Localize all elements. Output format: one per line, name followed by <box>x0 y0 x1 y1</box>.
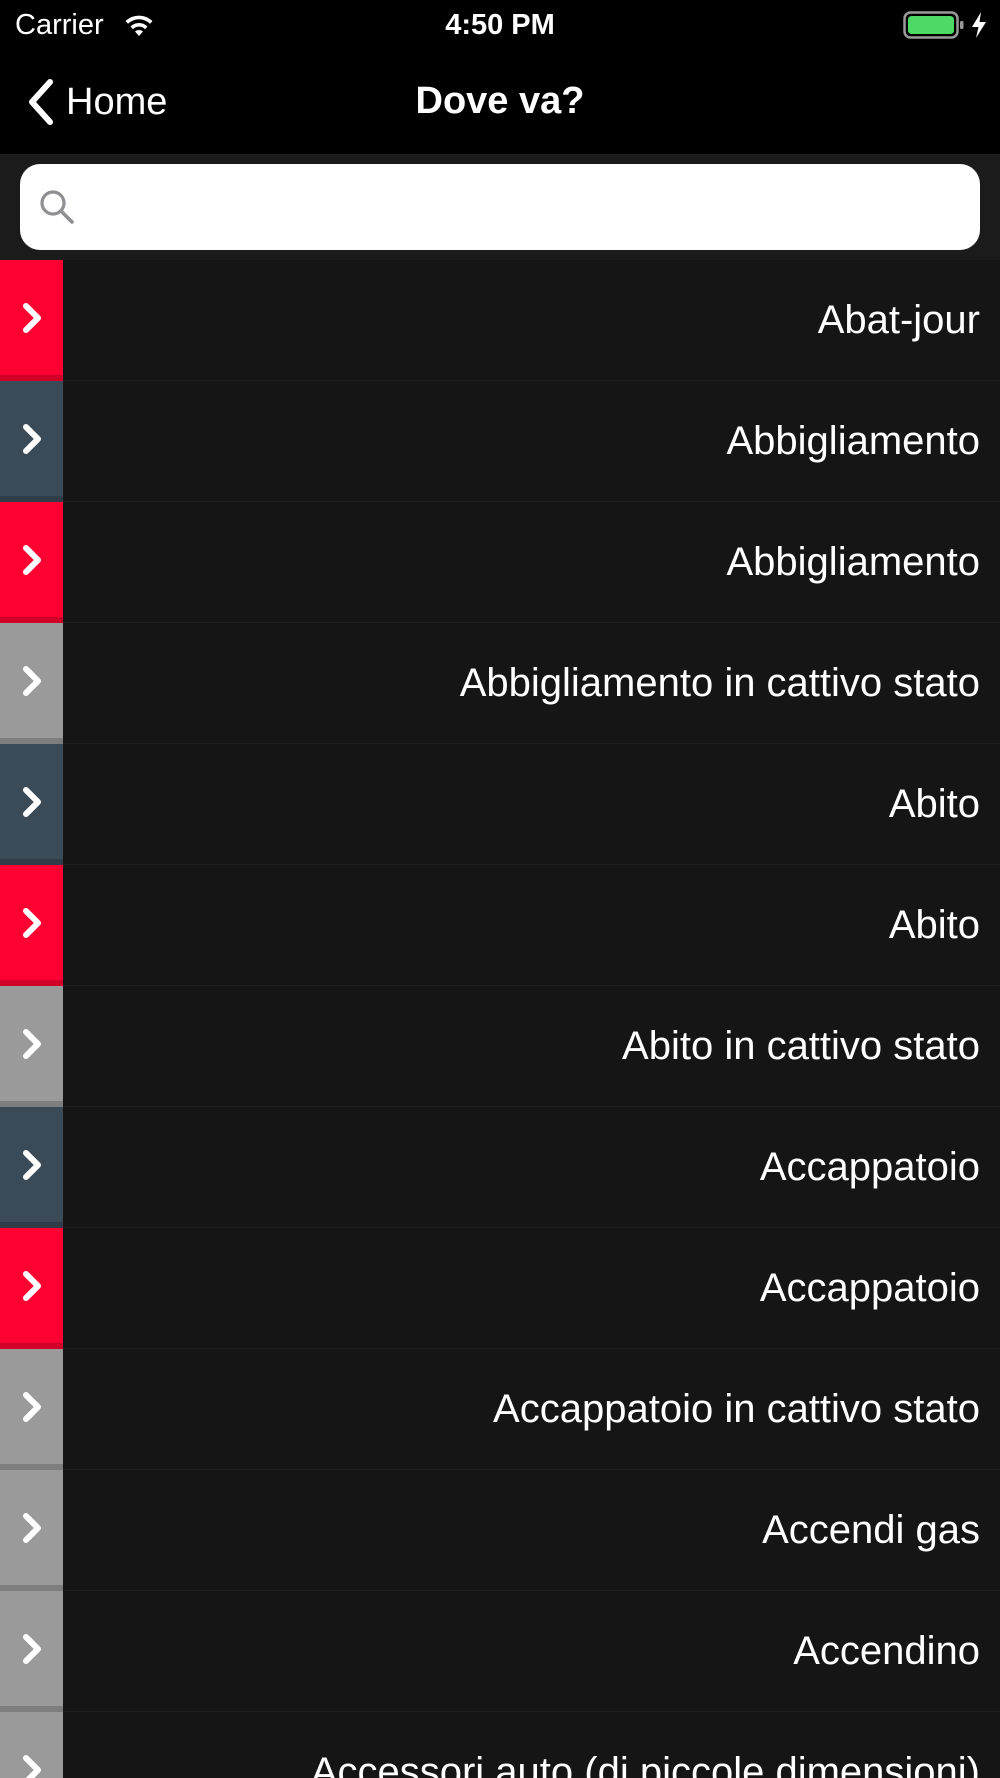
chevron-right-icon <box>22 1028 41 1059</box>
list-item[interactable]: Accendi gas <box>0 1470 1000 1591</box>
chevron-right-icon <box>22 1391 41 1422</box>
battery-icon <box>903 11 964 39</box>
list-item[interactable]: Accappatoio <box>0 1228 1000 1349</box>
chevron-right-icon <box>22 1270 41 1301</box>
list-item-label: Accappatoio <box>759 1266 980 1310</box>
list-item[interactable]: Abbigliamento <box>0 381 1000 502</box>
chevron-right-icon <box>22 786 41 817</box>
screen: Carrier 4:50 PM Home Dove va? Abat-jour … <box>0 0 1000 1778</box>
list-item[interactable]: Accappatoio <box>0 1107 1000 1228</box>
list-item[interactable]: Abito <box>0 865 1000 986</box>
list-item[interactable]: Abbigliamento in cattivo stato <box>0 623 1000 744</box>
item-color-marker <box>0 260 63 381</box>
chevron-right-icon <box>22 1149 41 1180</box>
search-input[interactable] <box>88 167 980 247</box>
list-item[interactable]: Abito in cattivo stato <box>0 986 1000 1107</box>
status-bar: Carrier 4:50 PM <box>0 0 1000 50</box>
chevron-right-icon <box>22 665 41 696</box>
chevron-right-icon <box>22 544 41 575</box>
item-list: Abat-jour Abbigliamento Abbigliamento Ab… <box>0 260 1000 1778</box>
item-color-marker <box>0 381 63 502</box>
list-item-label: Accendi gas <box>762 1508 980 1552</box>
chevron-right-icon <box>22 1633 41 1664</box>
list-item[interactable]: Accappatoio in cattivo stato <box>0 1349 1000 1470</box>
search-field[interactable] <box>20 164 980 250</box>
chevron-right-icon <box>22 423 41 454</box>
item-color-marker <box>0 1591 63 1712</box>
list-item-label: Abito <box>888 782 980 826</box>
list-item-label: Abat-jour <box>817 298 980 342</box>
item-color-marker <box>0 623 63 744</box>
charging-icon <box>972 12 986 38</box>
item-color-marker <box>0 744 63 865</box>
search-icon <box>40 190 74 224</box>
search-bar <box>0 154 1000 260</box>
list-item[interactable]: Accendino <box>0 1591 1000 1712</box>
list-item-label: Abbigliamento in cattivo stato <box>459 661 980 705</box>
item-color-marker <box>0 1470 63 1591</box>
list-item[interactable]: Accessori auto (di piccole dimensioni) <box>0 1712 1000 1778</box>
list-item-label: Accendino <box>793 1629 980 1673</box>
list-item-label: Abito in cattivo stato <box>622 1024 980 1068</box>
chevron-right-icon <box>22 907 41 938</box>
chevron-right-icon <box>22 302 41 333</box>
chevron-right-icon <box>22 1754 41 1778</box>
item-color-marker <box>0 1228 63 1349</box>
list-item-label: Accappatoio <box>759 1145 980 1189</box>
item-color-marker <box>0 986 63 1107</box>
list-item-label: Abbigliamento <box>726 419 981 463</box>
item-color-marker <box>0 1712 63 1778</box>
page-title: Dove va? <box>415 80 585 122</box>
item-color-marker <box>0 1107 63 1228</box>
list-item-label: Abbigliamento <box>726 540 981 584</box>
item-color-marker <box>0 502 63 623</box>
list-item-label: Accessori auto (di piccole dimensioni) <box>310 1750 980 1778</box>
list-item[interactable]: Abat-jour <box>0 260 1000 381</box>
item-color-marker <box>0 1349 63 1470</box>
list-item-label: Accappatoio in cattivo stato <box>493 1387 980 1431</box>
item-color-marker <box>0 865 63 986</box>
list-item[interactable]: Abito <box>0 744 1000 865</box>
clock: 4:50 PM <box>445 9 555 41</box>
list-item[interactable]: Abbigliamento <box>0 502 1000 623</box>
list-item-label: Abito <box>888 903 980 947</box>
chevron-right-icon <box>22 1512 41 1543</box>
nav-bar: Home Dove va? <box>0 50 1000 154</box>
